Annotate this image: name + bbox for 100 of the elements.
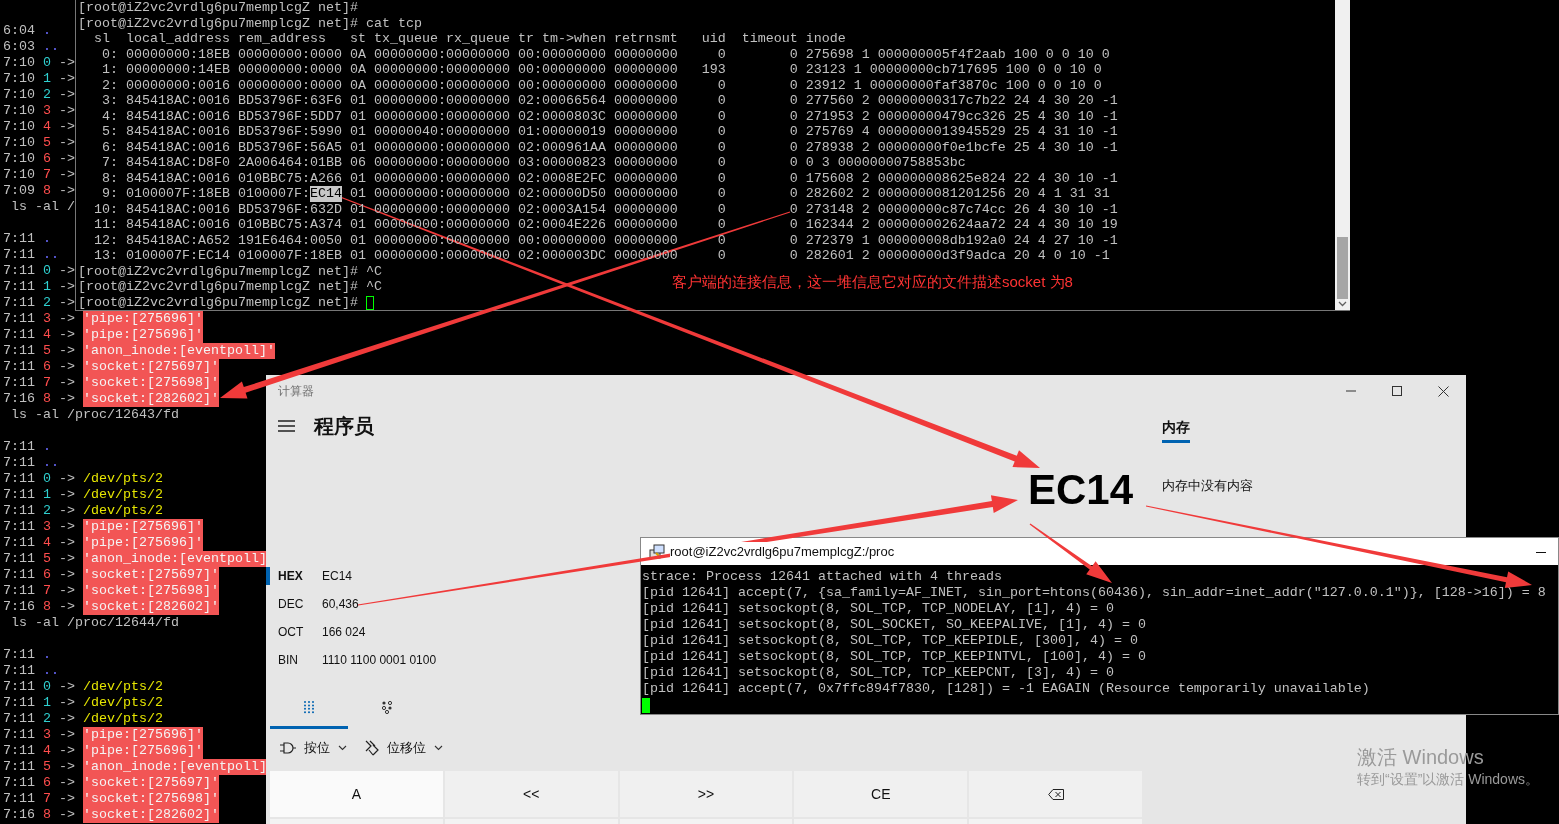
backspace-button[interactable]	[969, 771, 1142, 817]
logic-gate-icon	[280, 742, 296, 754]
window-title: 计算器	[277, 383, 314, 400]
terminal-line: 7:11 5 -> 'anon_inode:[eventpoll]'	[3, 343, 275, 359]
dropdown-button[interactable]: 位移位	[363, 733, 445, 763]
terminal-line: 7:11 2 ->	[3, 295, 76, 311]
terminal-line: 10: 845418AC:0016 BD53796F:632D 01 00000000:00000000 02:0003A154 00000000 0 0 273148 2 00000000c87c74cc 26 4 30 10 -1	[93, 201, 1118, 217]
scrollbar[interactable]	[1335, 0, 1350, 310]
terminal-line: 7:11 1 -> /dev/pts/2	[3, 695, 163, 711]
terminal-line: [root@iZ2vc2vrdlg6pu7memplcgZ net]# ^C	[78, 279, 382, 295]
terminal-line: 3: 845418AC:0016 BD53796F:63F6 01 00000000:00000000 02:00066564 00000000 0 0 277560 2 00000000317c7b22 24 4 30 20 -1	[101, 93, 1118, 109]
dots-icon	[381, 699, 393, 714]
terminal-line: 7:11 5 -> 'anon_inode:[eventpoll]	[3, 551, 267, 567]
display-value: EC14	[1027, 467, 1133, 513]
terminal-line: 7:11 0 ->	[3, 263, 76, 279]
radix-row[interactable]: OCT 166 024	[266, 618, 606, 646]
activation-hint: 转到“设置”以激活 Windows。	[1357, 770, 1539, 789]
terminal-line: [pid 12641] setsockopt(8, SOL_TCP, TCP_NODELAY, [1], 4) = 0	[642, 601, 1114, 617]
terminal-line: 7:16 8 -> 'socket:[282602]'	[3, 391, 219, 407]
terminal-line: 7:11 4 -> 'pipe:[275696]'	[3, 535, 203, 551]
terminal-line: 7:16 8 -> 'socket:[282602]'	[3, 599, 219, 615]
window-title: root@iZ2vc2vrdlg6pu7memplcgZ:/proc	[670, 541, 895, 562]
terminal-line: 6:03 ..	[3, 39, 59, 55]
caret-icon	[338, 745, 347, 751]
terminal-line: 7:11 0 -> /dev/pts/2	[3, 471, 163, 487]
double-chevron-icon	[365, 740, 379, 756]
radix-row[interactable]: HEX EC14	[266, 562, 606, 590]
radix-row[interactable]: BIN 1110 1100 0001 0100	[266, 646, 606, 674]
text-cursor	[642, 698, 650, 713]
scrollbar-thumb[interactable]	[1337, 237, 1348, 299]
terminal-line: 7:10 2 ->	[3, 87, 76, 103]
terminal-line: [pid 12641] setsockopt(8, SOL_TCP, TCP_KEEPINTVL, [100], 4) = 0	[642, 649, 1146, 665]
terminal-line: [pid 12641] setsockopt(8, SOL_TCP, TCP_KEEPIDLE, [300], 4) = 0	[642, 633, 1138, 649]
terminal-line: 7:11 .	[3, 439, 51, 455]
radix-row[interactable]: DEC 60,436	[266, 590, 606, 618]
dot-grid-icon	[303, 699, 315, 714]
terminal-line: 7:11 1 ->	[3, 279, 76, 295]
terminal-line: 7:10 3 ->	[3, 103, 76, 119]
terminal-line: 7:11 ..	[3, 247, 59, 263]
terminal-line: 9: 0100007F:18EB 0100007F:EC14 01 00000000:00000000 02:00000D50 00000000 0 0 282602 2 0000000081201256 20 4 1 31 31	[101, 186, 1110, 202]
terminal-line: 7:11 7 -> 'socket:[275698]'	[3, 583, 219, 599]
terminal-line: ls -al /proc/12644/fd	[10, 615, 179, 631]
terminal-line: 4: 845418AC:0016 BD53796F:5DD7 01 00000000:00000000 02:0000803C 00000000 0 0 271953 2 00000000479cc326 25 4 30 10 -1	[101, 108, 1118, 124]
terminal-line: 7:11 2 -> /dev/pts/2	[3, 503, 163, 519]
terminal-line: 7:11 ..	[3, 663, 59, 679]
terminal-line: 7:11 .	[3, 231, 51, 247]
menu-icon[interactable]	[278, 420, 295, 432]
terminal-line: 7:11 3 -> 'pipe:[275696]'	[3, 519, 203, 535]
terminal-line: 1: 00000000:14EB 00000000:0000 0A 00000000:00000000 00:00000000 00000000 193 0 23123 1 00000000cb717695 100 0 0 10 0	[101, 62, 1102, 78]
key-button[interactable]: >>	[619, 771, 793, 817]
terminal-line: [root@iZ2vc2vrdlg6pu7memplcgZ net]#	[78, 294, 374, 310]
terminal-line: 8: 845418AC:0016 010BBC75:A266 01 00000000:00000000 02:0008E2FC 00000000 0 0 175608 2 000000008625e824 22 4 30 10 -1	[101, 170, 1118, 186]
terminal-line: 6:04 .	[3, 23, 51, 39]
terminal-line: 7:16 8 -> 'socket:[282602]'	[3, 807, 219, 823]
terminal-line: 7:11 3 -> 'pipe:[275696]'	[3, 727, 203, 743]
key-button[interactable]: <<	[444, 771, 618, 817]
caret-icon	[434, 745, 443, 751]
terminal-line: sl local_address rem_address st tx_queue rx_queue tr tm->when retrnsmt uid timeout inode	[93, 31, 846, 47]
terminal-line: 7:11 4 -> 'pipe:[275696]'	[3, 743, 203, 759]
dropdown-button[interactable]: 按位	[278, 733, 349, 763]
terminal-line: 6: 845418AC:0016 BD53796F:56A5 01 00000000:00000000 02:000961AA 00000000 0 0 278938 2 00000000f0e1bcfe 25 4 30 10 -1	[101, 139, 1118, 155]
terminal-line: 7:10 5 ->	[3, 135, 76, 151]
terminal-line: 7:11 1 -> /dev/pts/2	[3, 487, 163, 503]
terminal-line: strace: Process 12641 attached with 4 threads	[642, 569, 1002, 585]
terminal-line: 5: 845418AC:0016 BD53796F:5990 01 00000040:00000000 01:00000019 00000000 0 0 275769 4 0000000013945529 25 4 31 10 -1	[101, 124, 1118, 140]
terminal-line: 7:11 2 -> /dev/pts/2	[3, 711, 163, 727]
terminal-line: 7:11 .	[3, 647, 51, 663]
maximize-icon	[1392, 386, 1402, 396]
terminal-line: 7:10 0 ->	[3, 55, 76, 71]
terminal-line: 7:10 7 ->	[3, 167, 76, 183]
memory-tab[interactable]: 内存	[1162, 415, 1190, 443]
terminal-line: ls -al /proc/12643/fd	[10, 407, 179, 423]
terminal-line: 7:11 4 -> 'pipe:[275696]'	[3, 327, 203, 343]
key-button[interactable]: A	[270, 771, 443, 817]
annotation-text: 客户端的连接信息，这一堆信息它对应的文件描述socket 为8	[672, 273, 1073, 291]
terminal-line: [root@iZ2vc2vrdlg6pu7memplcgZ net]# cat tcp	[78, 15, 422, 31]
terminal-line: [root@iZ2vc2vrdlg6pu7memplcgZ net]# ^C	[78, 263, 382, 279]
terminal-line: 7:11 6 -> 'socket:[275697]'	[3, 359, 219, 375]
terminal-line: ls -al /	[10, 199, 75, 215]
terminal-line: 7:10 6 ->	[3, 151, 76, 167]
terminal-line: [pid 12641] setsockopt(8, SOL_TCP, TCP_KEEPCNT, [3], 4) = 0	[642, 665, 1114, 681]
terminal-line: 7:11 5 -> 'anon_inode:[eventpoll]	[3, 759, 267, 775]
terminal-line: 7: 845418AC:D8F0 2A006464:01BB 06 00000000:00000000 03:00000823 00000000 0 0 0 3 00000000758853bc	[101, 155, 966, 171]
terminal-line: 7:10 1 ->	[3, 71, 76, 87]
terminal-line: 7:11 6 -> 'socket:[275697]'	[3, 567, 219, 583]
key-button[interactable]: CE	[794, 771, 968, 817]
terminal-line: [pid 12641] setsockopt(8, SOL_SOCKET, SO_KEEPALIVE, [1], 4) = 0	[642, 617, 1146, 633]
terminal-line: 7:11 3 -> 'pipe:[275696]'	[3, 311, 203, 327]
mode-title: 程序员	[314, 414, 374, 439]
backspace-icon	[1047, 788, 1064, 800]
minimize-icon	[1346, 390, 1356, 392]
terminal-line: [root@iZ2vc2vrdlg6pu7memplcgZ net]#	[78, 0, 358, 16]
terminal-line: 7:11 ..	[3, 455, 59, 471]
terminal-line: [pid 12641] accept(7, {sa_family=AF_INET, sin_port=htons(60436), sin_addr=inet_addr("127.0.0.1")}, [128->16]) = 8	[642, 585, 1546, 601]
scroll-down-icon[interactable]	[1338, 301, 1347, 307]
terminal-line: [pid 12641] accept(7, 0x7ffc894f7830, [128]) = -1 EAGAIN (Resource temporarily unavailable)	[642, 681, 1370, 697]
terminal-line: 2: 00000000:0016 00000000:0000 0A 00000000:00000000 00:00000000 00000000 0 0 23912 1 00000000faf3870c 100 0 0 10 0	[101, 77, 1102, 93]
terminal-line: 7:11 7 -> 'socket:[275698]'	[3, 375, 219, 391]
terminal-line: 7:09 8 ->	[3, 183, 76, 199]
terminal-line: 7:10 4 ->	[3, 119, 76, 135]
